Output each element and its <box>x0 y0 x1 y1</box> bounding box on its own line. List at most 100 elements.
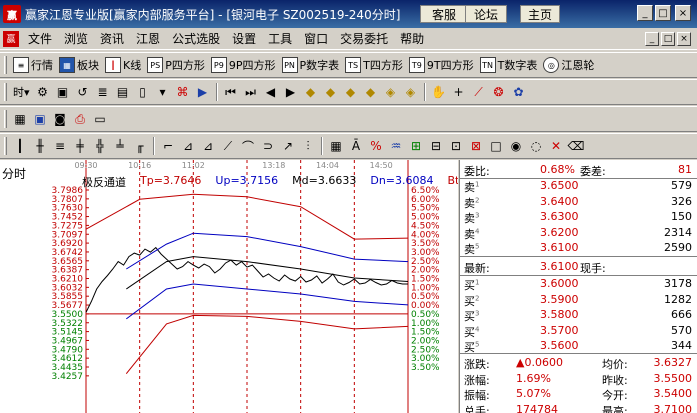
triangle-flag-icon[interactable]: ▶ <box>194 83 212 101</box>
monitor-icon[interactable]: ▭ <box>91 110 109 128</box>
zoom-right-icon[interactable]: ◆ <box>362 83 380 101</box>
grid-icon[interactable]: ╫ <box>31 137 49 155</box>
restore-icon[interactable]: ↺ <box>74 83 92 101</box>
maximize-button[interactable]: □ <box>655 5 671 21</box>
zoom-down-icon[interactable]: ◆ <box>322 83 340 101</box>
calendar-icon[interactable]: ▤ <box>114 83 132 101</box>
toolbar-separator <box>215 83 218 101</box>
box-icon[interactable]: ⊟ <box>427 137 445 155</box>
rect-icon[interactable]: ⌐ <box>159 137 177 155</box>
crosshair-icon[interactable]: + <box>450 83 468 101</box>
zoom-left-icon[interactable]: ◆ <box>342 83 360 101</box>
toolbar-grip[interactable] <box>4 56 7 74</box>
first-icon[interactable]: ⏮ <box>222 83 240 101</box>
menu-news[interactable]: 资讯 <box>94 30 130 47</box>
gear-icon[interactable]: ⚙ <box>34 83 52 101</box>
toolbar-grip[interactable] <box>4 83 7 101</box>
arc-icon[interactable]: ⌒ <box>239 137 257 155</box>
close-button[interactable]: × <box>675 5 691 21</box>
buy-row-volume: 1282 <box>664 292 692 306</box>
zoom-out-icon[interactable]: ◈ <box>402 83 420 101</box>
toolbar-grip[interactable] <box>4 110 7 128</box>
gann-fan-icon[interactable]: ⊿ <box>179 137 197 155</box>
eye-icon[interactable]: ◉ <box>507 137 525 155</box>
table-icon[interactable]: ▦ <box>327 137 345 155</box>
prev-icon[interactable]: ◀ <box>262 83 280 101</box>
p-number-button[interactable]: PN P数字表 <box>279 55 343 75</box>
calendar-icon[interactable]: ▦ <box>11 110 29 128</box>
text-icon[interactable]: ⊡ <box>447 137 465 155</box>
floppy-icon[interactable]: ◙ <box>51 110 69 128</box>
gann-icon[interactable]: ⌘ <box>174 83 192 101</box>
p-square-button[interactable]: PS P四方形 <box>144 55 208 75</box>
pattern-icon[interactable]: ✿ <box>510 83 528 101</box>
chart-canvas[interactable]: 09:30 10:16 11:02 13:18 14:04 14:503.79863.78… <box>0 160 458 413</box>
menu-window[interactable]: 窗口 <box>298 30 334 47</box>
trash-icon[interactable]: ⌫ <box>567 137 585 155</box>
last-icon[interactable]: ⏭ <box>242 83 260 101</box>
percent-icon[interactable]: % <box>367 137 385 155</box>
box-red-icon[interactable]: ⊠ <box>467 137 485 155</box>
mdi-restore-button[interactable]: □ <box>661 32 675 46</box>
arrow-icon[interactable]: ↗ <box>279 137 297 155</box>
ellipse-icon[interactable]: ⊃ <box>259 137 277 155</box>
app-window: 赢 赢家江恩专业版[赢家内部服务平台] - [银河电子 SZ002519-240… <box>0 0 697 413</box>
stat-value: ▲0.0600 <box>516 356 563 369</box>
menu-formula[interactable]: 公式选股 <box>166 30 226 47</box>
chevron-down-icon[interactable]: ▾ <box>154 83 172 101</box>
menu-file[interactable]: 文件 <box>22 30 58 47</box>
database-icon[interactable]: ▣ <box>31 110 49 128</box>
menu-trade[interactable]: 交易委托 <box>334 30 394 47</box>
speed-line-icon[interactable]: ⟋ <box>219 137 237 155</box>
hidden-icon[interactable]: ◌ <box>527 137 545 155</box>
minimize-button[interactable]: _ <box>637 5 653 21</box>
picture-icon[interactable]: ▣ <box>54 83 72 101</box>
toolbar-grip[interactable] <box>4 137 7 155</box>
mdi-close-button[interactable]: × <box>677 32 691 46</box>
zoom-up-icon[interactable]: ◆ <box>302 83 320 101</box>
mdi-minimize-button[interactable]: _ <box>645 32 659 46</box>
channel-icon[interactable]: ╧ <box>111 137 129 155</box>
link-luntan[interactable]: 论坛 <box>465 5 507 23</box>
magnet-icon[interactable]: ♒ <box>387 137 405 155</box>
menu-gann[interactable]: 江恩 <box>130 30 166 47</box>
sell-row: 卖3 3.6300 150 <box>460 209 697 225</box>
square-icon[interactable]: □ <box>487 137 505 155</box>
stack-icon[interactable]: ≣ <box>94 83 112 101</box>
print-icon[interactable]: ⎙ <box>71 110 89 128</box>
link-zhuye[interactable]: 主页 <box>520 5 560 23</box>
hand-icon[interactable]: ✋ <box>430 83 448 101</box>
delete-icon[interactable]: ✕ <box>547 137 565 155</box>
menu-settings[interactable]: 设置 <box>226 30 262 47</box>
fib-icon[interactable]: ≡ <box>51 137 69 155</box>
zoom-in-icon[interactable]: ◈ <box>382 83 400 101</box>
gift-icon[interactable]: ❂ <box>490 83 508 101</box>
9t-square-button[interactable]: T9 9T四方形 <box>406 55 477 75</box>
indicator-bar: 极反通道 Tp=3.7646 Up=3.7156 Md=3.6633 Dn=3.… <box>82 174 458 190</box>
line-tool-icon[interactable]: ⟋ <box>470 83 488 101</box>
gann-wheel-button[interactable]: ◎ 江恩轮 <box>540 55 597 75</box>
sector-button[interactable]: ▦ 板块 <box>56 55 102 75</box>
kline-button[interactable]: ┃ K线 <box>102 55 144 75</box>
menu-tools[interactable]: 工具 <box>262 30 298 47</box>
bar-icon[interactable]: ▯ <box>134 83 152 101</box>
cycle-icon[interactable]: ╓ <box>131 137 149 155</box>
menu-browse[interactable]: 浏览 <box>58 30 94 47</box>
gann-fan2-icon[interactable]: ⊿ <box>199 137 217 155</box>
intraday-chart[interactable]: 09:30 10:16 11:02 13:18 14:04 14:50 3.7986 3.78… <box>0 160 458 413</box>
fan-icon[interactable]: ╬ <box>91 137 109 155</box>
pitchfork-icon[interactable]: ⫶ <box>299 137 317 155</box>
gann-box-icon[interactable]: ⊞ <box>407 137 425 155</box>
fib-time-icon[interactable]: ╪ <box>71 137 89 155</box>
period-select[interactable]: 时 ▾ <box>10 82 33 102</box>
quote-button[interactable]: ≡ 行情 <box>10 55 56 75</box>
next-icon[interactable]: ▶ <box>282 83 300 101</box>
vline-icon[interactable]: ┃ <box>11 137 29 155</box>
t-number-button[interactable]: TN T数字表 <box>477 55 541 75</box>
abc-icon[interactable]: Ā <box>347 137 365 155</box>
link-kefu[interactable]: 客服 <box>420 5 468 23</box>
t-square-button[interactable]: TS T四方形 <box>342 55 406 75</box>
menu-help[interactable]: 帮助 <box>394 30 430 47</box>
9p-square-button[interactable]: P9 9P四方形 <box>208 55 279 75</box>
sell-row-volume: 150 <box>671 210 692 223</box>
